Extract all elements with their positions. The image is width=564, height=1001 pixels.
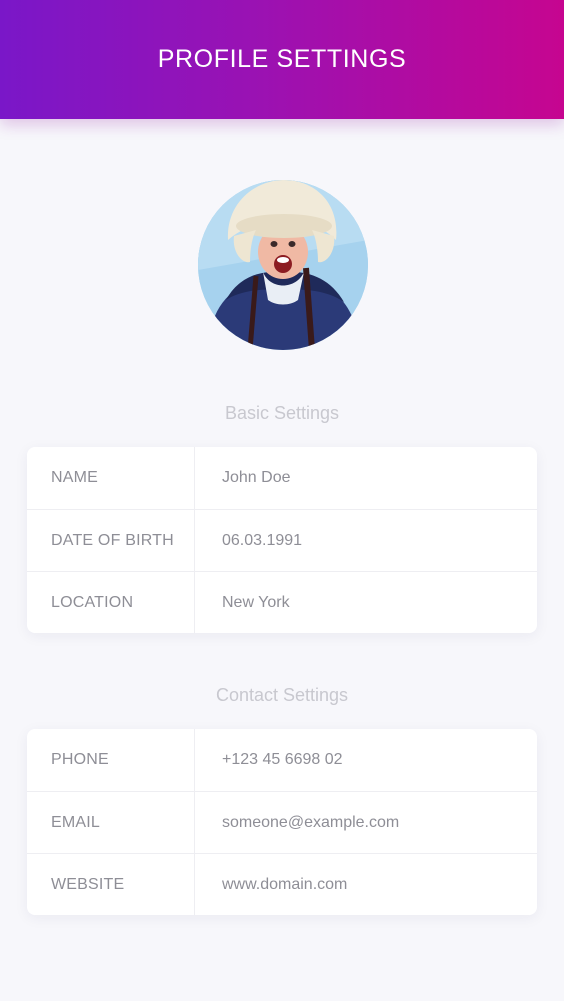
website-row[interactable]: WEBSITE www.domain.com [27,853,537,915]
name-value[interactable]: John Doe [195,447,537,509]
page-title: PROFILE SETTINGS [157,45,407,73]
contact-settings-title: Contact Settings [215,685,349,705]
email-label: EMAIL [27,792,195,853]
date-of-birth-value[interactable]: 06.03.1991 [195,510,537,571]
email-value[interactable]: someone@example.com [195,792,537,853]
avatar-photo [198,180,368,350]
website-label: WEBSITE [27,854,195,915]
date-of-birth-label: DATE OF BIRTH [27,510,195,571]
location-label: LOCATION [27,572,195,633]
date-of-birth-row[interactable]: DATE OF BIRTH 06.03.1991 [27,509,537,571]
profile-avatar[interactable] [198,180,368,350]
location-row[interactable]: LOCATION New York [27,571,537,633]
email-row[interactable]: EMAIL someone@example.com [27,791,537,853]
basic-settings-title: Basic Settings [224,403,340,423]
basic-settings-card: NAME John Doe DATE OF BIRTH 06.03.1991 L… [27,447,537,633]
name-label: NAME [27,447,195,509]
phone-label: PHONE [27,729,195,791]
header-bar: PROFILE SETTINGS [0,0,564,119]
phone-value[interactable]: +123 45 6698 02 [195,729,537,791]
phone-row[interactable]: PHONE +123 45 6698 02 [27,729,537,791]
contact-settings-card: PHONE +123 45 6698 02 EMAIL someone@exam… [27,729,537,915]
website-value[interactable]: www.domain.com [195,854,537,915]
name-row[interactable]: NAME John Doe [27,447,537,509]
location-value[interactable]: New York [195,572,537,633]
